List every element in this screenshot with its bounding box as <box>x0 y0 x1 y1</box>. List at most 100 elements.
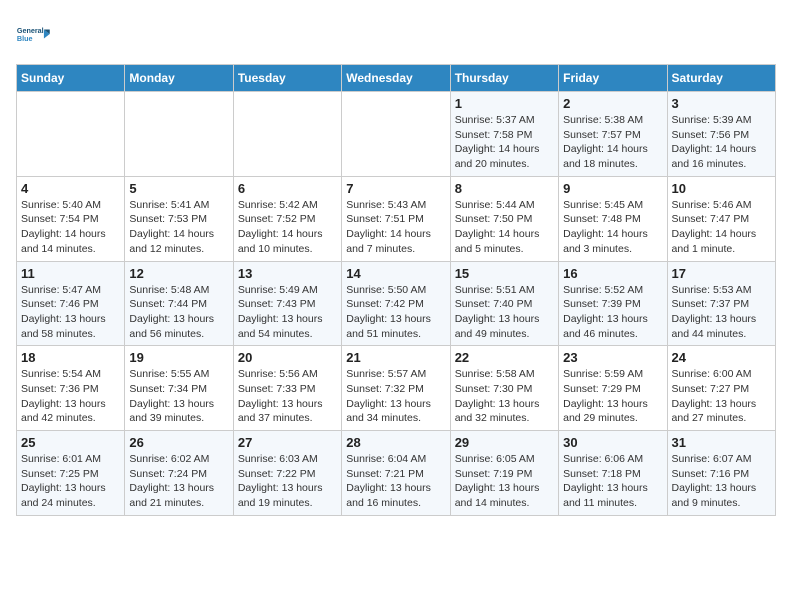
day-cell: 14 Sunrise: 5:50 AMSunset: 7:42 PMDayligh… <box>342 261 450 346</box>
day-info: Sunrise: 5:59 AMSunset: 7:29 PMDaylight:… <box>563 367 662 426</box>
header-cell-thursday: Thursday <box>450 65 558 92</box>
day-cell: 13 Sunrise: 5:49 AMSunset: 7:43 PMDayligh… <box>233 261 341 346</box>
day-info: Sunrise: 5:44 AMSunset: 7:50 PMDaylight:… <box>455 198 554 257</box>
day-number: 16 <box>563 266 662 281</box>
day-number: 15 <box>455 266 554 281</box>
day-cell: 16 Sunrise: 5:52 AMSunset: 7:39 PMDayligh… <box>559 261 667 346</box>
calendar-header: SundayMondayTuesdayWednesdayThursdayFrid… <box>17 65 776 92</box>
day-info: Sunrise: 5:42 AMSunset: 7:52 PMDaylight:… <box>238 198 337 257</box>
header-row: SundayMondayTuesdayWednesdayThursdayFrid… <box>17 65 776 92</box>
day-number: 8 <box>455 181 554 196</box>
week-row-2: 4Sunrise: 5:40 AMSunset: 7:54 PMDaylight… <box>17 176 776 261</box>
day-cell: 6 Sunrise: 5:42 AMSunset: 7:52 PMDaylight… <box>233 176 341 261</box>
day-number: 12 <box>129 266 228 281</box>
day-cell: 30 Sunrise: 6:06 AMSunset: 7:18 PMDayligh… <box>559 431 667 516</box>
day-cell <box>125 92 233 177</box>
svg-text:Blue: Blue <box>17 34 33 43</box>
day-info: Sunrise: 6:03 AMSunset: 7:22 PMDaylight:… <box>238 452 337 511</box>
header-cell-friday: Friday <box>559 65 667 92</box>
day-info: Sunrise: 5:53 AMSunset: 7:37 PMDaylight:… <box>672 283 771 342</box>
day-info: Sunrise: 5:41 AMSunset: 7:53 PMDaylight:… <box>129 198 228 257</box>
day-info: Sunrise: 5:46 AMSunset: 7:47 PMDaylight:… <box>672 198 771 257</box>
day-number: 20 <box>238 350 337 365</box>
day-info: Sunrise: 6:01 AMSunset: 7:25 PMDaylight:… <box>21 452 120 511</box>
day-number: 26 <box>129 435 228 450</box>
day-cell: 19 Sunrise: 5:55 AMSunset: 7:34 PMDayligh… <box>125 346 233 431</box>
day-cell: 21 Sunrise: 5:57 AMSunset: 7:32 PMDayligh… <box>342 346 450 431</box>
day-info: Sunrise: 5:55 AMSunset: 7:34 PMDaylight:… <box>129 367 228 426</box>
logo: GeneralBlue <box>16 16 52 52</box>
day-number: 7 <box>346 181 445 196</box>
day-cell: 22Sunrise: 5:58 AMSunset: 7:30 PMDayligh… <box>450 346 558 431</box>
day-cell: 24 Sunrise: 6:00 AMSunset: 7:27 PMDayligh… <box>667 346 775 431</box>
day-info: Sunrise: 5:51 AMSunset: 7:40 PMDaylight:… <box>455 283 554 342</box>
day-number: 14 <box>346 266 445 281</box>
header-cell-tuesday: Tuesday <box>233 65 341 92</box>
day-cell <box>233 92 341 177</box>
week-row-4: 18 Sunrise: 5:54 AMSunset: 7:36 PMDayligh… <box>17 346 776 431</box>
day-cell: 31 Sunrise: 6:07 AMSunset: 7:16 PMDayligh… <box>667 431 775 516</box>
day-cell: 26 Sunrise: 6:02 AMSunset: 7:24 PMDayligh… <box>125 431 233 516</box>
day-number: 17 <box>672 266 771 281</box>
day-info: Sunrise: 5:52 AMSunset: 7:39 PMDaylight:… <box>563 283 662 342</box>
day-info: Sunrise: 6:00 AMSunset: 7:27 PMDaylight:… <box>672 367 771 426</box>
day-cell: 10 Sunrise: 5:46 AMSunset: 7:47 PMDayligh… <box>667 176 775 261</box>
day-cell: 2Sunrise: 5:38 AMSunset: 7:57 PMDaylight… <box>559 92 667 177</box>
logo-icon: GeneralBlue <box>16 16 52 52</box>
day-number: 1 <box>455 96 554 111</box>
day-info: Sunrise: 5:48 AMSunset: 7:44 PMDaylight:… <box>129 283 228 342</box>
week-row-5: 25 Sunrise: 6:01 AMSunset: 7:25 PMDayligh… <box>17 431 776 516</box>
day-cell <box>342 92 450 177</box>
calendar-body: 1Sunrise: 5:37 AMSunset: 7:58 PMDaylight… <box>17 92 776 516</box>
day-number: 10 <box>672 181 771 196</box>
day-info: Sunrise: 5:50 AMSunset: 7:42 PMDaylight:… <box>346 283 445 342</box>
header-cell-monday: Monday <box>125 65 233 92</box>
day-number: 23 <box>563 350 662 365</box>
day-number: 21 <box>346 350 445 365</box>
day-cell: 20Sunrise: 5:56 AMSunset: 7:33 PMDayligh… <box>233 346 341 431</box>
day-number: 18 <box>21 350 120 365</box>
day-cell: 18 Sunrise: 5:54 AMSunset: 7:36 PMDayligh… <box>17 346 125 431</box>
day-cell <box>17 92 125 177</box>
week-row-1: 1Sunrise: 5:37 AMSunset: 7:58 PMDaylight… <box>17 92 776 177</box>
day-cell: 11 Sunrise: 5:47 AMSunset: 7:46 PMDayligh… <box>17 261 125 346</box>
day-cell: 25 Sunrise: 6:01 AMSunset: 7:25 PMDayligh… <box>17 431 125 516</box>
day-number: 31 <box>672 435 771 450</box>
day-info: Sunrise: 5:54 AMSunset: 7:36 PMDaylight:… <box>21 367 120 426</box>
day-cell: 28Sunrise: 6:04 AMSunset: 7:21 PMDayligh… <box>342 431 450 516</box>
day-cell: 4Sunrise: 5:40 AMSunset: 7:54 PMDaylight… <box>17 176 125 261</box>
day-info: Sunrise: 6:05 AMSunset: 7:19 PMDaylight:… <box>455 452 554 511</box>
day-number: 19 <box>129 350 228 365</box>
day-cell: 17 Sunrise: 5:53 AMSunset: 7:37 PMDayligh… <box>667 261 775 346</box>
day-info: Sunrise: 5:43 AMSunset: 7:51 PMDaylight:… <box>346 198 445 257</box>
day-cell: 12 Sunrise: 5:48 AMSunset: 7:44 PMDayligh… <box>125 261 233 346</box>
day-number: 6 <box>238 181 337 196</box>
day-info: Sunrise: 5:47 AMSunset: 7:46 PMDaylight:… <box>21 283 120 342</box>
day-info: Sunrise: 6:06 AMSunset: 7:18 PMDaylight:… <box>563 452 662 511</box>
day-cell: 5 Sunrise: 5:41 AMSunset: 7:53 PMDaylight… <box>125 176 233 261</box>
day-info: Sunrise: 5:45 AMSunset: 7:48 PMDaylight:… <box>563 198 662 257</box>
day-number: 27 <box>238 435 337 450</box>
day-info: Sunrise: 6:07 AMSunset: 7:16 PMDaylight:… <box>672 452 771 511</box>
day-number: 13 <box>238 266 337 281</box>
day-cell: 7 Sunrise: 5:43 AMSunset: 7:51 PMDaylight… <box>342 176 450 261</box>
day-number: 4 <box>21 181 120 196</box>
day-number: 25 <box>21 435 120 450</box>
day-number: 11 <box>21 266 120 281</box>
day-number: 24 <box>672 350 771 365</box>
day-info: Sunrise: 5:38 AMSunset: 7:57 PMDaylight:… <box>563 113 662 172</box>
day-info: Sunrise: 5:57 AMSunset: 7:32 PMDaylight:… <box>346 367 445 426</box>
day-number: 5 <box>129 181 228 196</box>
week-row-3: 11 Sunrise: 5:47 AMSunset: 7:46 PMDayligh… <box>17 261 776 346</box>
day-info: Sunrise: 5:58 AMSunset: 7:30 PMDaylight:… <box>455 367 554 426</box>
header-cell-sunday: Sunday <box>17 65 125 92</box>
page-header: GeneralBlue <box>16 16 776 52</box>
day-info: Sunrise: 6:04 AMSunset: 7:21 PMDaylight:… <box>346 452 445 511</box>
day-number: 30 <box>563 435 662 450</box>
day-number: 9 <box>563 181 662 196</box>
day-info: Sunrise: 6:02 AMSunset: 7:24 PMDaylight:… <box>129 452 228 511</box>
day-cell: 8 Sunrise: 5:44 AMSunset: 7:50 PMDaylight… <box>450 176 558 261</box>
day-number: 29 <box>455 435 554 450</box>
header-cell-saturday: Saturday <box>667 65 775 92</box>
day-info: Sunrise: 5:49 AMSunset: 7:43 PMDaylight:… <box>238 283 337 342</box>
